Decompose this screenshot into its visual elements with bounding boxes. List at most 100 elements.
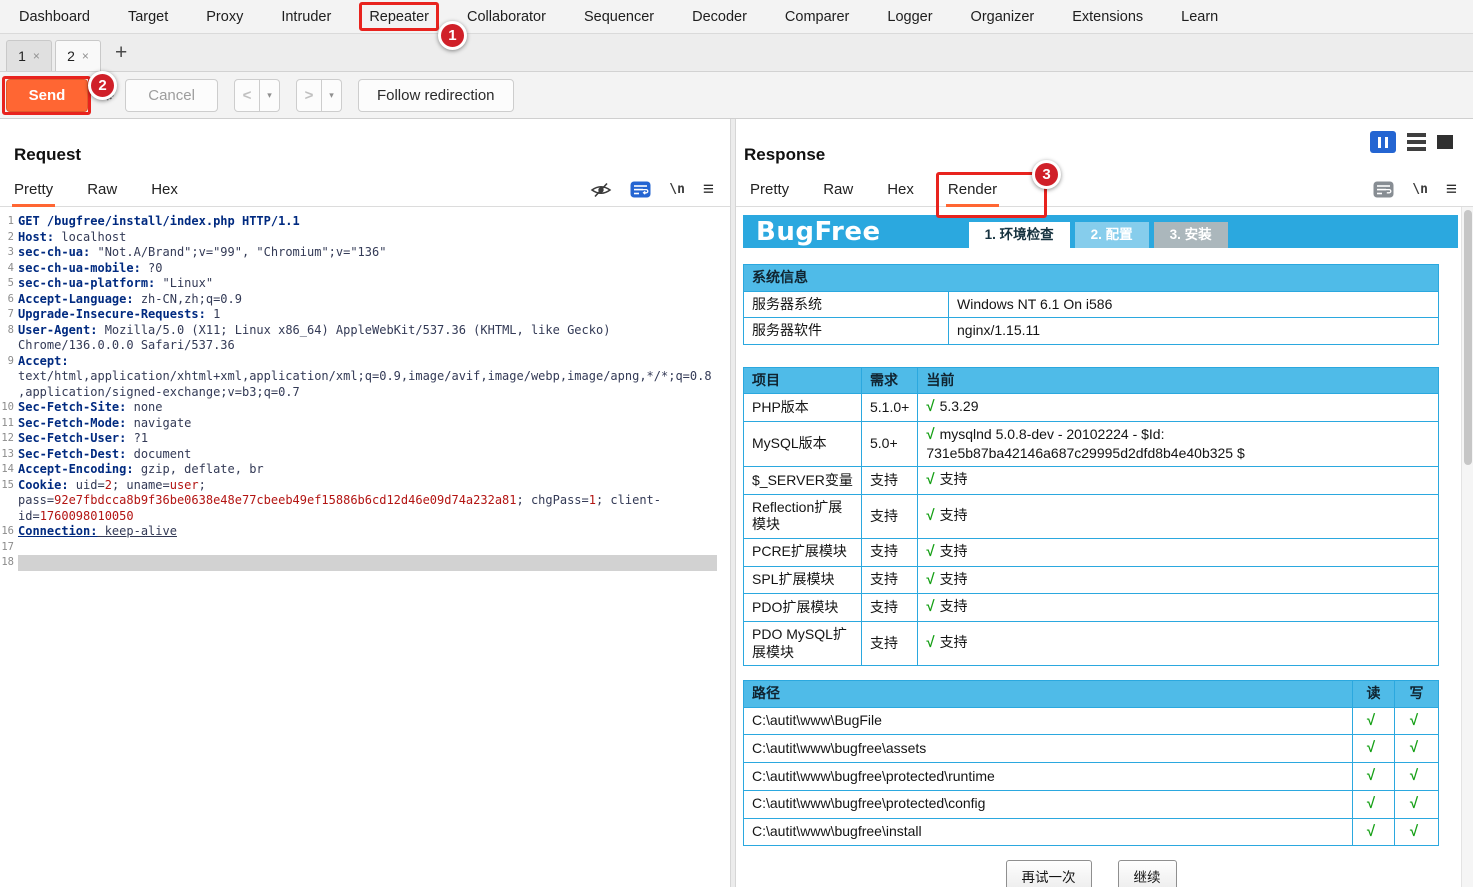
request-line: 5sec-ch-ua-platform: "Linux"	[0, 276, 730, 292]
check-current: √支持	[918, 494, 1439, 538]
main-split: Request Pretty Raw Hex	[0, 119, 1473, 887]
layout-maximize-icon[interactable]	[1437, 135, 1453, 149]
check-icon: √	[1410, 712, 1418, 729]
layout-rows-icon[interactable]	[1407, 133, 1426, 151]
check-current-text: 支持	[940, 634, 968, 650]
menu-item-target[interactable]: Target	[109, 0, 187, 33]
settings-gear-icon[interactable]: ⚙	[100, 85, 115, 105]
annotation-box-1	[359, 2, 439, 31]
request-menu-icon[interactable]: ≡	[703, 180, 714, 199]
history-back-button[interactable]: <	[234, 79, 260, 112]
line-number: 17	[0, 540, 18, 556]
follow-redirection-button[interactable]: Follow redirection	[358, 79, 514, 112]
line-number: 14	[0, 462, 18, 478]
scrollbar-thumb[interactable]	[1464, 210, 1472, 465]
check-current: √支持	[918, 467, 1439, 495]
install-step-2[interactable]: 2. 配置	[1075, 222, 1149, 248]
response-tab-raw[interactable]: Raw	[821, 173, 855, 206]
path-read-check: √	[1353, 735, 1395, 763]
request-tab-raw[interactable]: Raw	[85, 173, 119, 206]
menu-item-repeater[interactable]: Repeater1	[350, 0, 448, 33]
pause-icon[interactable]	[1370, 131, 1396, 153]
menu-item-logger[interactable]: Logger	[868, 0, 951, 33]
check-icon: √	[1410, 739, 1418, 756]
send-button[interactable]: Send2	[6, 79, 88, 112]
sysinfo-value: nginx/1.15.11	[949, 318, 1439, 345]
request-tab-hex[interactable]: Hex	[149, 173, 180, 206]
path-write-check: √	[1395, 707, 1439, 735]
install-button-1[interactable]: 再试一次	[1006, 860, 1092, 887]
request-line: 12Sec-Fetch-User: ?1	[0, 431, 730, 447]
menu-item-collaborator[interactable]: Collaborator	[448, 0, 565, 33]
check-icon: √	[1367, 712, 1375, 729]
check-row: SPL扩展模块支持√支持	[744, 566, 1439, 594]
line-number: 7	[0, 307, 18, 323]
history-forward-dropdown-icon[interactable]: ▾	[322, 79, 342, 112]
menu-item-sequencer[interactable]: Sequencer	[565, 0, 673, 33]
paths-header-read: 读	[1353, 681, 1395, 708]
response-menu-icon[interactable]: ≡	[1446, 180, 1457, 199]
check-row: PHP版本5.1.0+√5.3.29	[744, 394, 1439, 422]
check-current: √支持	[918, 566, 1439, 594]
menu-item-learn[interactable]: Learn	[1162, 0, 1237, 33]
response-title: Response	[744, 145, 1473, 165]
word-wrap-icon[interactable]	[1373, 181, 1394, 198]
response-scrollbar[interactable]	[1461, 207, 1473, 887]
path-write-check: √	[1395, 790, 1439, 818]
install-steps: 1. 环境检查2. 配置3. 安装	[969, 215, 1228, 248]
line-number: 1	[0, 214, 18, 230]
close-icon[interactable]: ×	[82, 49, 89, 63]
install-step-3[interactable]: 3. 安装	[1154, 222, 1228, 248]
newline-toggle-icon[interactable]: \n	[1412, 182, 1428, 197]
menu-item-comparer[interactable]: Comparer	[766, 0, 868, 33]
check-icon: √	[1367, 823, 1375, 840]
request-line: 1GET /bugfree/install/index.php HTTP/1.1	[0, 214, 730, 230]
install-step-1[interactable]: 1. 环境检查	[969, 222, 1070, 248]
request-tab-pretty[interactable]: Pretty	[12, 173, 55, 206]
check-current: √mysqlnd 5.0.8-dev - 20102224 - $Id: 731…	[918, 421, 1439, 466]
new-tab-button[interactable]: +	[105, 41, 137, 65]
doc-tab-2[interactable]: 2×	[55, 40, 101, 71]
check-icon: √	[926, 471, 934, 488]
path-row: C:\autit\www\bugfree\assets√√	[744, 735, 1439, 763]
check-icon: √	[1367, 795, 1375, 812]
newline-toggle-icon[interactable]: \n	[669, 182, 685, 197]
request-line: 18	[0, 555, 730, 571]
request-panel: Request Pretty Raw Hex	[0, 119, 730, 887]
line-number: 9	[0, 354, 18, 401]
menu-item-decoder[interactable]: Decoder	[673, 0, 766, 33]
check-icon: √	[926, 571, 934, 588]
check-icon: √	[926, 543, 934, 560]
hide-nonprintable-icon[interactable]	[590, 182, 612, 198]
request-editor[interactable]: 1GET /bugfree/install/index.php HTTP/1.1…	[0, 207, 730, 887]
response-tab-pretty[interactable]: Pretty	[748, 173, 791, 206]
doc-tab-1[interactable]: 1×	[6, 40, 52, 71]
cancel-button[interactable]: Cancel	[125, 79, 218, 112]
paths-table: 路径 读 写 C:\autit\www\BugFile√√C:\autit\ww…	[743, 680, 1439, 846]
response-tab-hex[interactable]: Hex	[885, 173, 916, 206]
menu-item-dashboard[interactable]: Dashboard	[0, 0, 109, 33]
check-icon: √	[926, 398, 934, 415]
request-line: 14Accept-Encoding: gzip, deflate, br	[0, 462, 730, 478]
menu-item-proxy[interactable]: Proxy	[187, 0, 262, 33]
install-button-2[interactable]: 继续	[1118, 860, 1177, 887]
check-icon: √	[926, 426, 934, 443]
sysinfo-label: 服务器系统	[744, 291, 949, 318]
menu-item-organizer[interactable]: Organizer	[952, 0, 1054, 33]
response-tab-render[interactable]: Render3	[946, 173, 999, 206]
line-number: 18	[0, 555, 18, 571]
menu-item-intruder[interactable]: Intruder	[262, 0, 350, 33]
check-icon: √	[926, 598, 934, 615]
close-icon[interactable]: ×	[33, 49, 40, 63]
word-wrap-icon[interactable]	[630, 181, 651, 198]
menu-item-extensions[interactable]: Extensions	[1053, 0, 1162, 33]
check-required: 支持	[862, 622, 918, 666]
request-title: Request	[14, 145, 730, 165]
history-back-dropdown-icon[interactable]: ▾	[260, 79, 280, 112]
history-forward-button[interactable]: >	[296, 79, 322, 112]
doc-tab-label: 2	[67, 48, 75, 64]
line-number: 8	[0, 323, 18, 354]
line-number: 11	[0, 416, 18, 432]
check-icon: √	[926, 634, 934, 651]
toolbar: Send2 ⚙ Cancel < ▾ > ▾ Follow redirectio…	[0, 72, 1473, 119]
